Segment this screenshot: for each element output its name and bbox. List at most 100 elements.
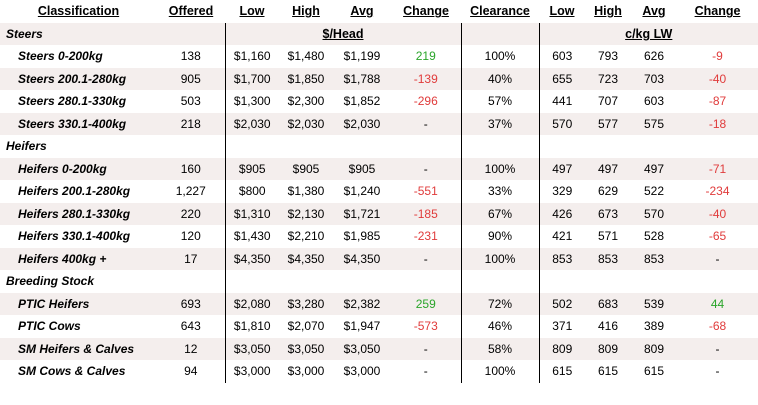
row-high-ckg: 809 (585, 337, 631, 360)
table-row: PTIC Heifers 693 $2,080 $3,280 $2,382 259 72% 5… (0, 292, 758, 315)
header-low: Low (225, 0, 279, 23)
row-avg-head: $1,240 (333, 180, 391, 203)
row-change-head: - (391, 247, 462, 270)
row-avg-head: $1,985 (333, 225, 391, 248)
ckg-unit-group-label: c/kg LW (539, 22, 758, 45)
section-row-heifers: Heifers (0, 135, 758, 158)
row-clearance: 57% (461, 90, 540, 113)
header-row: Classification Offered Low High Avg Chan… (0, 0, 758, 23)
row-change-ckg: - (677, 337, 758, 360)
row-classification: Heifers 200.1-280kg (0, 180, 157, 203)
row-offered: 138 (157, 45, 226, 68)
spacer-cell (461, 270, 540, 293)
spacer-cell (157, 270, 226, 293)
row-change-head: - (391, 112, 462, 135)
row-avg-head: $3,050 (333, 337, 391, 360)
spacer-cell (157, 135, 226, 158)
row-change-head: -296 (391, 90, 462, 113)
header-avg: Avg (333, 0, 391, 23)
row-clearance: 90% (461, 225, 540, 248)
row-low-ckg: 371 (539, 315, 585, 338)
row-high-ckg: 707 (585, 90, 631, 113)
section-row-steers: Steers $/Head c/kg LW (0, 22, 758, 45)
row-avg-ckg: 570 (631, 202, 677, 225)
row-high-head: $2,130 (279, 202, 333, 225)
row-clearance: 67% (461, 202, 540, 225)
section-label: Breeding Stock (0, 270, 157, 293)
row-clearance: 46% (461, 315, 540, 338)
row-clearance: 100% (461, 45, 540, 68)
row-high-head: $2,070 (279, 315, 333, 338)
row-avg-ckg: 528 (631, 225, 677, 248)
row-offered: 218 (157, 112, 226, 135)
row-low-head: $1,810 (225, 315, 279, 338)
row-change-ckg: - (677, 360, 758, 383)
row-avg-ckg: 575 (631, 112, 677, 135)
spacer-cell (225, 135, 462, 158)
table-row: Heifers 0-200kg 160 $905 $905 $905-100% 497 49… (0, 157, 758, 180)
row-change-ckg: - (677, 247, 758, 270)
row-low-ckg: 853 (539, 247, 585, 270)
row-high-head: $2,030 (279, 112, 333, 135)
header-high: High (279, 0, 333, 23)
row-change-head: - (391, 157, 462, 180)
table-row: Steers 280.1-330kg 503 $1,300 $2,300 $1,852-… (0, 90, 758, 113)
spacer-cell (539, 135, 758, 158)
row-clearance: 33% (461, 180, 540, 203)
row-change-head: -551 (391, 180, 462, 203)
row-classification: PTIC Heifers (0, 292, 157, 315)
spacer-cell (225, 270, 462, 293)
row-low-ckg: 809 (539, 337, 585, 360)
spacer-cell (157, 22, 226, 45)
row-avg-head: $1,721 (333, 202, 391, 225)
row-clearance: 100% (461, 157, 540, 180)
row-change-head: - (391, 360, 462, 383)
header-classification: Classification (0, 0, 157, 23)
row-low-head: $3,000 (225, 360, 279, 383)
row-offered: 1,227 (157, 180, 226, 203)
table-row: Steers 200.1-280kg 905 $1,700 $1,850 $1,788-… (0, 67, 758, 90)
row-high-ckg: 629 (585, 180, 631, 203)
row-high-ckg: 673 (585, 202, 631, 225)
row-classification: PTIC Cows (0, 315, 157, 338)
row-classification: Heifers 0-200kg (0, 157, 157, 180)
row-clearance: 100% (461, 247, 540, 270)
row-low-head: $4,350 (225, 247, 279, 270)
row-low-ckg: 426 (539, 202, 585, 225)
table-row: SM Cows & Calves 94 $3,000 $3,000 $3,000-100… (0, 360, 758, 383)
row-low-head: $1,300 (225, 90, 279, 113)
row-clearance: 40% (461, 67, 540, 90)
table-row: SM Heifers & Calves 12 $3,050 $3,050 $3,050-… (0, 337, 758, 360)
row-clearance: 100% (461, 360, 540, 383)
row-change-ckg: -68 (677, 315, 758, 338)
row-avg-ckg: 626 (631, 45, 677, 68)
row-change-head: -139 (391, 67, 462, 90)
row-change-ckg: -9 (677, 45, 758, 68)
row-offered: 12 (157, 337, 226, 360)
row-high-ckg: 793 (585, 45, 631, 68)
row-high-ckg: 497 (585, 157, 631, 180)
row-avg-ckg: 603 (631, 90, 677, 113)
row-high-ckg: 571 (585, 225, 631, 248)
row-change-ckg: -65 (677, 225, 758, 248)
header-avg-ckg: Avg (631, 0, 677, 23)
row-high-head: $1,380 (279, 180, 333, 203)
row-offered: 220 (157, 202, 226, 225)
row-low-ckg: 603 (539, 45, 585, 68)
row-low-head: $1,310 (225, 202, 279, 225)
row-high-head: $4,350 (279, 247, 333, 270)
table-row: Heifers 200.1-280kg 1,227 $800 $1,380 $1,240… (0, 180, 758, 203)
row-low-ckg: 615 (539, 360, 585, 383)
row-change-head: 259 (391, 292, 462, 315)
row-high-ckg: 615 (585, 360, 631, 383)
header-offered: Offered (157, 0, 225, 23)
row-avg-ckg: 703 (631, 67, 677, 90)
row-avg-ckg: 539 (631, 292, 677, 315)
row-high-head: $2,300 (279, 90, 333, 113)
cattle-sale-table: Classification Offered Low High Avg Chan… (0, 0, 758, 383)
row-low-head: $1,160 (225, 45, 279, 68)
row-low-head: $2,030 (225, 112, 279, 135)
table-row: Heifers 400kg +17 $4,350 $4,350 $4,350-100%… (0, 247, 758, 270)
row-low-head: $905 (225, 157, 279, 180)
row-high-ckg: 683 (585, 292, 631, 315)
